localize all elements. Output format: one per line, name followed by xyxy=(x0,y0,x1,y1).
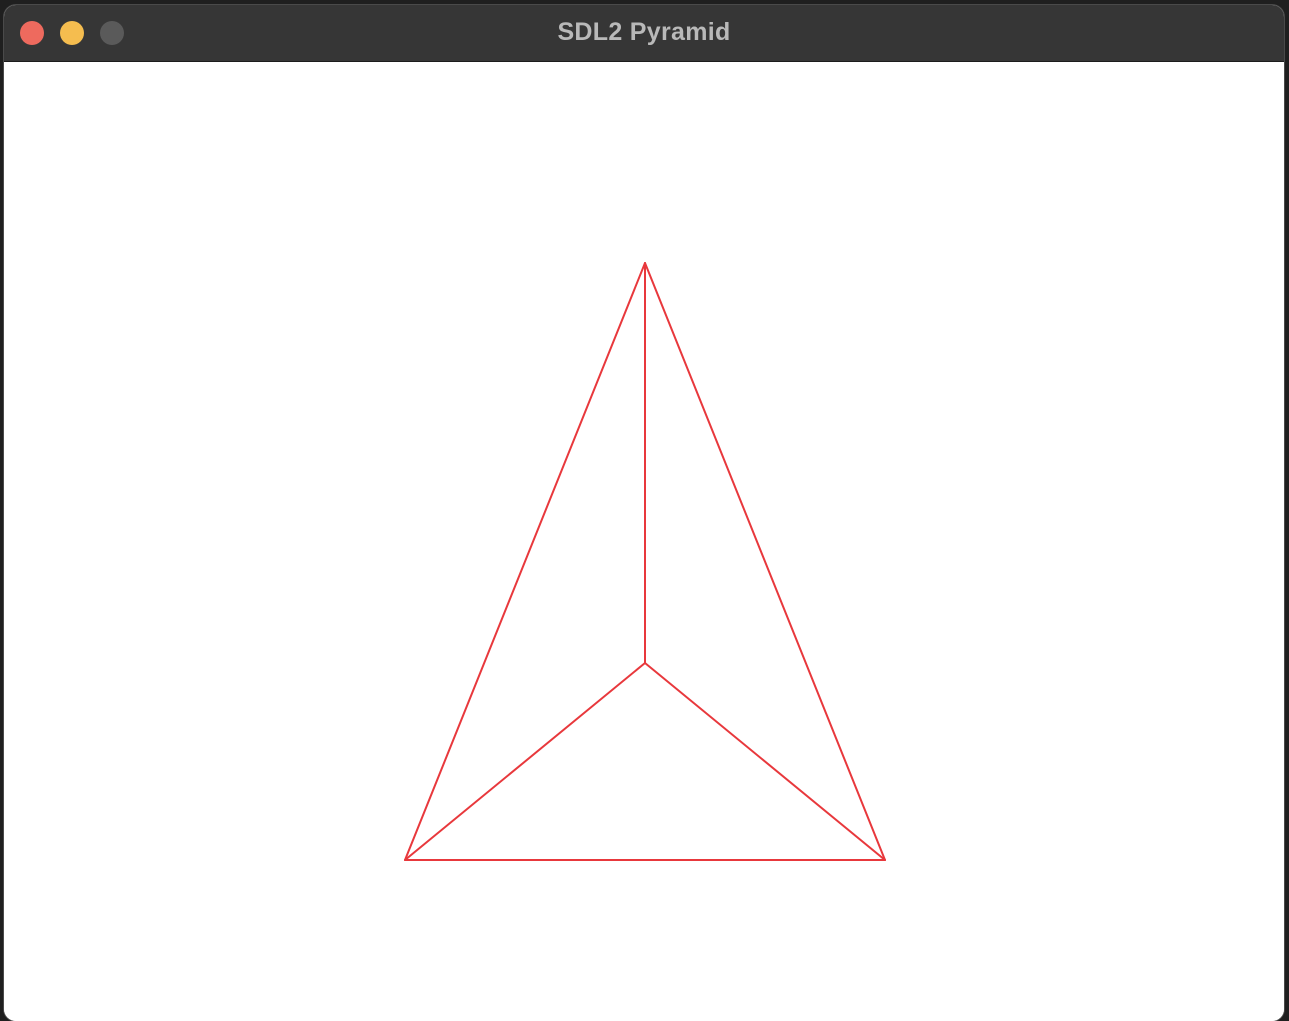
edge-base-right xyxy=(644,662,886,861)
edge-apex-left xyxy=(404,262,646,861)
edge-apex-right xyxy=(644,262,886,861)
window-title: SDL2 Pyramid xyxy=(557,18,731,46)
edge-base-left xyxy=(404,662,646,861)
title-bar[interactable]: SDL2 Pyramid xyxy=(4,5,1284,62)
sdl-window: SDL2 Pyramid xyxy=(4,5,1284,1021)
render-canvas[interactable] xyxy=(4,62,1284,1021)
pyramid-wireframe xyxy=(404,262,886,861)
